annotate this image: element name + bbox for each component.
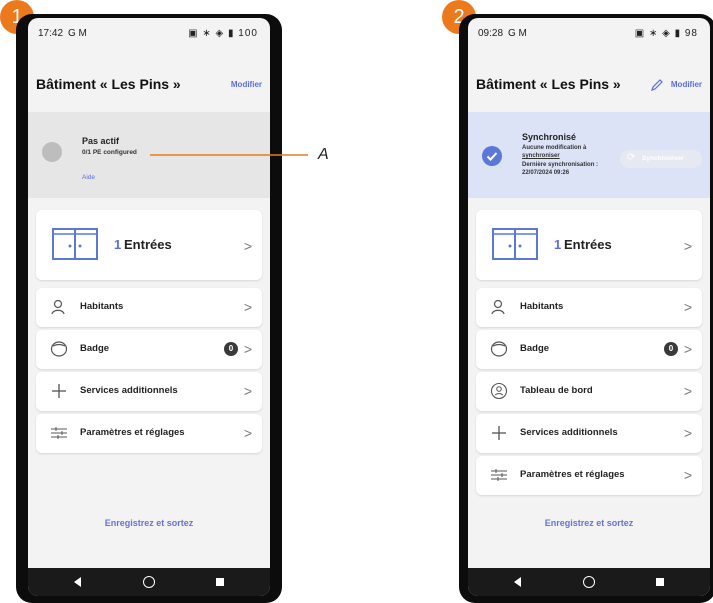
- status-system-icons: ▣ ∗ ◈ ▮ 100: [188, 28, 258, 39]
- page-title: Bâtiment « Les Pins »: [36, 76, 181, 92]
- phone-screen-2: 09:28 G M ▣ ∗ ◈ ▮ 98 Bâtiment « Les Pins…: [468, 18, 710, 596]
- status-bar: 17:42 G M ▣ ∗ ◈ ▮ 100: [28, 18, 270, 44]
- chevron-right-icon: >: [683, 467, 692, 483]
- page-title: Bâtiment « Les Pins »: [476, 76, 621, 92]
- help-link[interactable]: Aide: [82, 174, 95, 181]
- status-notification-icons: G M: [68, 28, 87, 39]
- phone-screen-1: 17:42 G M ▣ ∗ ◈ ▮ 100 Bâtiment « Les Pin…: [28, 18, 270, 596]
- entries-count: 1: [114, 237, 122, 252]
- home-icon[interactable]: [143, 576, 155, 588]
- list-item-services[interactable]: Services additionnels >: [476, 414, 702, 453]
- list-item-label: Services additionnels: [520, 427, 618, 438]
- status-system-icons: ▣ ∗ ◈ ▮ 98: [634, 28, 698, 39]
- list-item-habitants[interactable]: Habitants >: [476, 288, 702, 327]
- list-item-habitants[interactable]: Habitants >: [36, 288, 262, 327]
- sync-button-label: Synchroniser: [642, 155, 684, 162]
- badge-count: 0: [664, 342, 678, 356]
- status-detail-line2: synchroniser: [522, 153, 560, 159]
- chevron-right-icon: >: [243, 299, 252, 315]
- badge-icon: [50, 341, 68, 357]
- status-title: Synchronisé: [522, 132, 577, 142]
- status-notification-icons: G M: [508, 28, 527, 39]
- home-icon[interactable]: [583, 576, 595, 588]
- chevron-right-icon: >: [243, 238, 252, 254]
- chevron-right-icon: >: [683, 238, 692, 254]
- door-icon: [492, 228, 538, 265]
- chevron-right-icon: >: [683, 341, 692, 357]
- status-title: Pas actif: [82, 136, 120, 146]
- check-circle-icon: [482, 146, 502, 166]
- back-icon[interactable]: [514, 577, 521, 587]
- door-icon: [52, 228, 98, 265]
- dashboard-icon: [490, 382, 508, 400]
- callout-label: A: [318, 146, 329, 163]
- user-icon: [51, 299, 65, 315]
- entries-count: 1: [554, 237, 562, 252]
- list-item-settings[interactable]: Paramètres et réglages >: [36, 414, 262, 453]
- last-sync-label: Dernière synchronisation :: [522, 162, 599, 168]
- list-item-label: Habitants: [80, 301, 124, 312]
- status-time: 09:28: [478, 28, 504, 39]
- chevron-right-icon: >: [243, 383, 252, 399]
- sync-icon: ⟳: [627, 152, 636, 163]
- chevron-right-icon: >: [243, 341, 252, 357]
- user-icon: [491, 299, 505, 315]
- last-sync-date: 22/07/2024 09:26: [522, 170, 570, 176]
- badge-count: 0: [224, 342, 238, 356]
- list-item-label: Paramètres et réglages: [520, 469, 625, 480]
- status-detail-line1: Aucune modification à: [522, 145, 587, 151]
- entries-label: Entrées: [564, 237, 612, 252]
- recents-icon[interactable]: [216, 578, 224, 586]
- sliders-icon: [491, 469, 507, 481]
- entries-card[interactable]: 1 Entrées >: [476, 210, 702, 280]
- list-item-label: Tableau de bord: [520, 385, 593, 396]
- chevron-right-icon: >: [243, 425, 252, 441]
- status-circle-icon: [42, 142, 62, 162]
- sliders-icon: [51, 427, 67, 439]
- list-item-label: Badge: [80, 343, 110, 354]
- list-item-label: Paramètres et réglages: [80, 427, 185, 438]
- callout-line: [150, 154, 308, 156]
- badge-icon: [490, 341, 508, 357]
- phone-frame-1: 17:42 G M ▣ ∗ ◈ ▮ 100 Bâtiment « Les Pin…: [16, 14, 282, 603]
- list-item-services[interactable]: Services additionnels >: [36, 372, 262, 411]
- list-item-badge[interactable]: Badge 0 >: [36, 330, 262, 369]
- recents-icon[interactable]: [656, 578, 664, 586]
- plus-icon: [52, 384, 66, 398]
- android-nav-bar: [468, 568, 710, 596]
- chevron-right-icon: >: [683, 425, 692, 441]
- status-detail: 0/1 PE configured: [82, 149, 137, 156]
- back-icon[interactable]: [74, 577, 81, 587]
- status-time: 17:42: [38, 28, 64, 39]
- list-item-label: Services additionnels: [80, 385, 178, 396]
- save-and-exit-button[interactable]: Enregistrez et sortez: [28, 518, 270, 528]
- save-and-exit-button[interactable]: Enregistrez et sortez: [468, 518, 710, 528]
- synchronize-button[interactable]: ⟳ Synchroniser: [620, 150, 702, 168]
- modify-button[interactable]: Modifier: [671, 80, 702, 89]
- list-item-badge[interactable]: Badge 0 >: [476, 330, 702, 369]
- chevron-right-icon: >: [683, 383, 692, 399]
- status-bar: 09:28 G M ▣ ∗ ◈ ▮ 98: [468, 18, 710, 44]
- list-item-label: Badge: [520, 343, 550, 354]
- list-item-settings[interactable]: Paramètres et réglages >: [476, 456, 702, 495]
- phone-frame-2: 09:28 G M ▣ ∗ ◈ ▮ 98 Bâtiment « Les Pins…: [459, 14, 713, 603]
- android-nav-bar: [28, 568, 270, 596]
- pencil-icon[interactable]: [650, 78, 664, 92]
- sync-status-banner: Synchronisé Aucune modification à synchr…: [468, 112, 710, 198]
- list-item-label: Habitants: [520, 301, 564, 312]
- list-item-dashboard[interactable]: Tableau de bord >: [476, 372, 702, 411]
- modify-button[interactable]: Modifier: [231, 80, 262, 89]
- entries-card[interactable]: 1 Entrées >: [36, 210, 262, 280]
- entries-label: Entrées: [124, 237, 172, 252]
- plus-icon: [492, 426, 506, 440]
- chevron-right-icon: >: [683, 299, 692, 315]
